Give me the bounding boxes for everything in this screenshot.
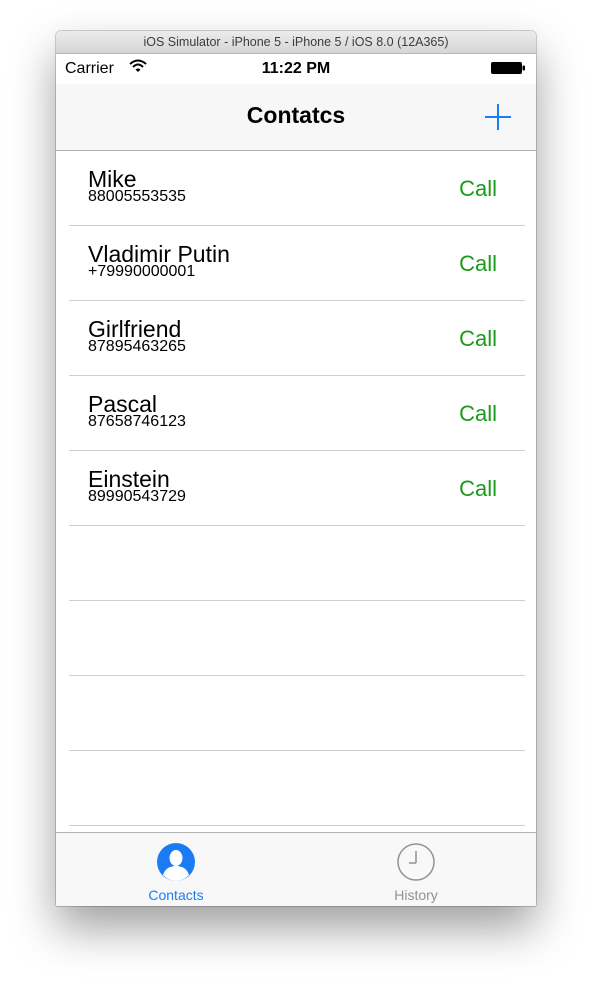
call-button[interactable]: Call <box>459 401 497 427</box>
status-bar: Carrier 11:22 PM <box>56 54 536 84</box>
contacts-list: Mike 88005553535 Call Vladimir Putin +79… <box>56 151 536 826</box>
add-contact-button[interactable] <box>482 101 514 133</box>
empty-row <box>69 751 525 826</box>
empty-row <box>69 526 525 601</box>
contact-phone: 87895463265 <box>88 338 186 355</box>
contact-row[interactable]: Mike 88005553535 Call <box>69 151 525 226</box>
call-button[interactable]: Call <box>459 251 497 277</box>
page-title: Contatcs <box>246 102 346 128</box>
empty-row <box>69 676 525 751</box>
simulator-window: iOS Simulator - iPhone 5 - iPhone 5 / iO… <box>56 31 536 906</box>
tab-history[interactable]: History <box>296 833 536 906</box>
plus-icon <box>485 104 511 130</box>
device-screen: Carrier 11:22 PM Contatcs Mike 880055535… <box>56 54 536 906</box>
contact-phone: +79990000001 <box>88 263 196 280</box>
contact-row[interactable]: Pascal 87658746123 Call <box>69 376 525 451</box>
window-title: iOS Simulator - iPhone 5 - iPhone 5 / iO… <box>143 35 449 49</box>
tab-bar: Contacts History <box>56 832 536 906</box>
empty-row <box>69 601 525 676</box>
contact-row[interactable]: Einstein 89990543729 Call <box>69 451 525 526</box>
tab-label: History <box>394 887 438 903</box>
contact-phone: 88005553535 <box>88 188 186 205</box>
call-button[interactable]: Call <box>459 176 497 202</box>
call-button[interactable]: Call <box>459 476 497 502</box>
tab-label: Contacts <box>148 887 204 903</box>
clock-icon <box>397 843 435 881</box>
battery-icon <box>491 62 525 74</box>
tab-contacts[interactable]: Contacts <box>56 833 296 906</box>
window-title-bar[interactable]: iOS Simulator - iPhone 5 - iPhone 5 / iO… <box>56 31 536 54</box>
contact-row[interactable]: Girlfriend 87895463265 Call <box>69 301 525 376</box>
status-time: 11:22 PM <box>261 60 331 77</box>
contact-row[interactable]: Vladimir Putin +79990000001 Call <box>69 226 525 301</box>
person-icon <box>157 843 195 881</box>
contact-phone: 87658746123 <box>88 413 186 430</box>
call-button[interactable]: Call <box>459 326 497 352</box>
contact-phone: 89990543729 <box>88 488 186 505</box>
navigation-bar: Contatcs <box>56 84 536 151</box>
